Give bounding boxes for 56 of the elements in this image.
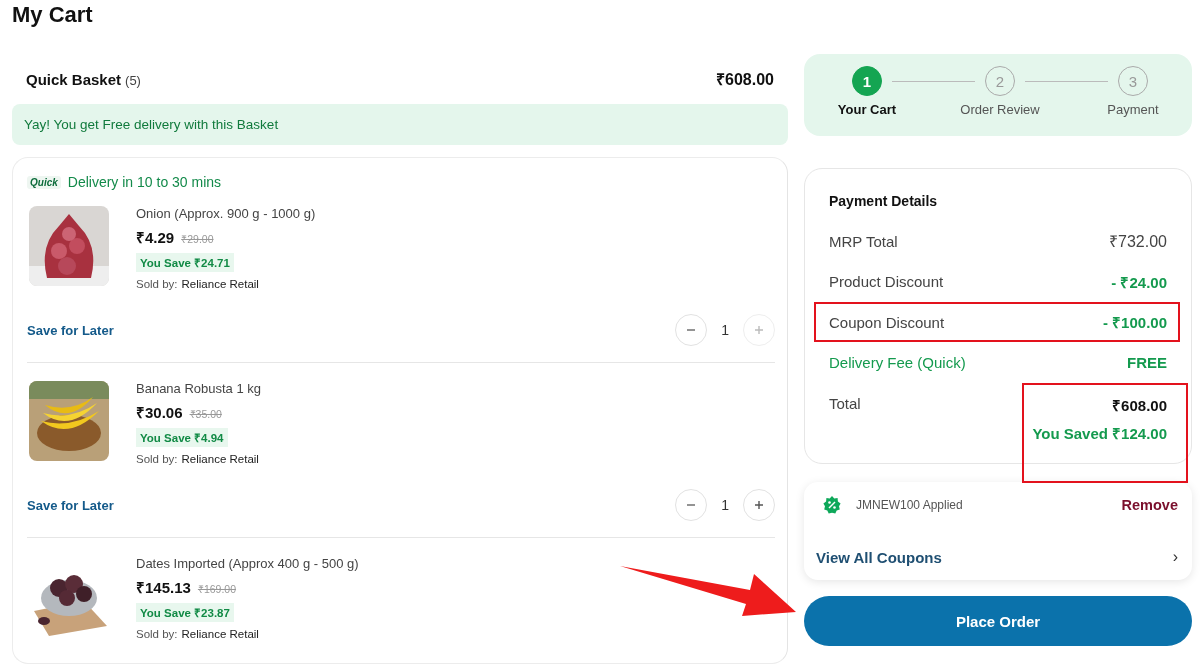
quantity-value: 1: [721, 497, 729, 513]
basket-total: ₹608.00: [716, 70, 774, 90]
sold-by-label: Sold by:: [136, 628, 178, 640]
delivery-time: Delivery in 10 to 30 mins: [67, 174, 222, 190]
step-label: Your Cart: [837, 102, 897, 117]
product-name[interactable]: Onion (Approx. 900 g - 1000 g): [136, 206, 316, 221]
product-name[interactable]: Dates Imported (Approx 400 g - 500 g): [136, 556, 359, 571]
savings-tag: You Save ₹23.87: [136, 603, 234, 622]
total-label: Total: [829, 395, 861, 412]
seller-name: Reliance Retail: [181, 453, 259, 465]
increase-button[interactable]: [743, 489, 775, 521]
seller-name: Reliance Retail: [181, 278, 259, 290]
summary-value: - ₹100.00: [1102, 313, 1167, 333]
total-savings: You Saved ₹124.00: [1032, 424, 1167, 443]
item-count: (5): [125, 73, 141, 88]
total-amount: ₹608.00: [1112, 396, 1167, 415]
page-title: My Cart: [12, 2, 94, 29]
sold-by-label: Sold by:: [136, 278, 178, 290]
step-label: Order Review: [960, 102, 1040, 117]
plus-icon: [753, 499, 765, 511]
save-for-later-link[interactable]: Save for Later: [27, 322, 114, 338]
quantity-value: 1: [721, 322, 729, 338]
summary-label: Product Discount: [829, 273, 944, 291]
plus-icon: [753, 324, 765, 336]
original-price: ₹29.00: [181, 232, 214, 246]
summary-value: ₹732.00: [1109, 232, 1167, 253]
original-price: ₹35.00: [189, 407, 222, 421]
quick-badge: Quick: [27, 175, 61, 189]
basket-title: Quick Basket: [26, 71, 122, 88]
product-price: ₹4.29: [136, 228, 175, 247]
place-order-button[interactable]: Place Order: [804, 596, 1192, 646]
decrease-button[interactable]: [675, 489, 708, 521]
decrease-button[interactable]: [675, 314, 708, 346]
summary-label: Delivery Fee (Quick): [829, 354, 966, 372]
original-price: ₹169.00: [197, 582, 236, 596]
seller-name: Reliance Retail: [181, 628, 259, 640]
save-for-later-link[interactable]: Save for Later: [27, 497, 114, 513]
view-all-coupons-link[interactable]: View All Coupons: [816, 548, 942, 566]
payment-details-title: Payment Details: [829, 193, 939, 209]
step-number: 1: [852, 66, 882, 96]
summary-value: - ₹24.00: [1111, 272, 1167, 292]
sold-by-label: Sold by:: [136, 453, 178, 465]
product-price: ₹30.06: [136, 403, 183, 422]
summary-label: Coupon Discount: [829, 313, 945, 331]
chevron-icon: ›: [1172, 548, 1178, 566]
product-price: ₹145.13: [136, 578, 191, 597]
discount-badge-icon: [822, 495, 842, 515]
step-label: Payment: [1107, 102, 1159, 117]
savings-tag: You Save ₹4.94: [136, 428, 228, 447]
summary-value: FREE: [1127, 354, 1167, 372]
remove-coupon-link[interactable]: Remove: [1121, 497, 1178, 513]
applied-coupon-text: JMNEW100 Applied: [856, 498, 963, 512]
savings-tag: You Save ₹24.71: [136, 253, 234, 272]
summary-label: MRP Total: [829, 232, 898, 250]
product-name[interactable]: Banana Robusta 1 kg: [136, 381, 262, 396]
free-delivery-banner: Yay! You get Free delivery with this Basket: [12, 104, 788, 145]
